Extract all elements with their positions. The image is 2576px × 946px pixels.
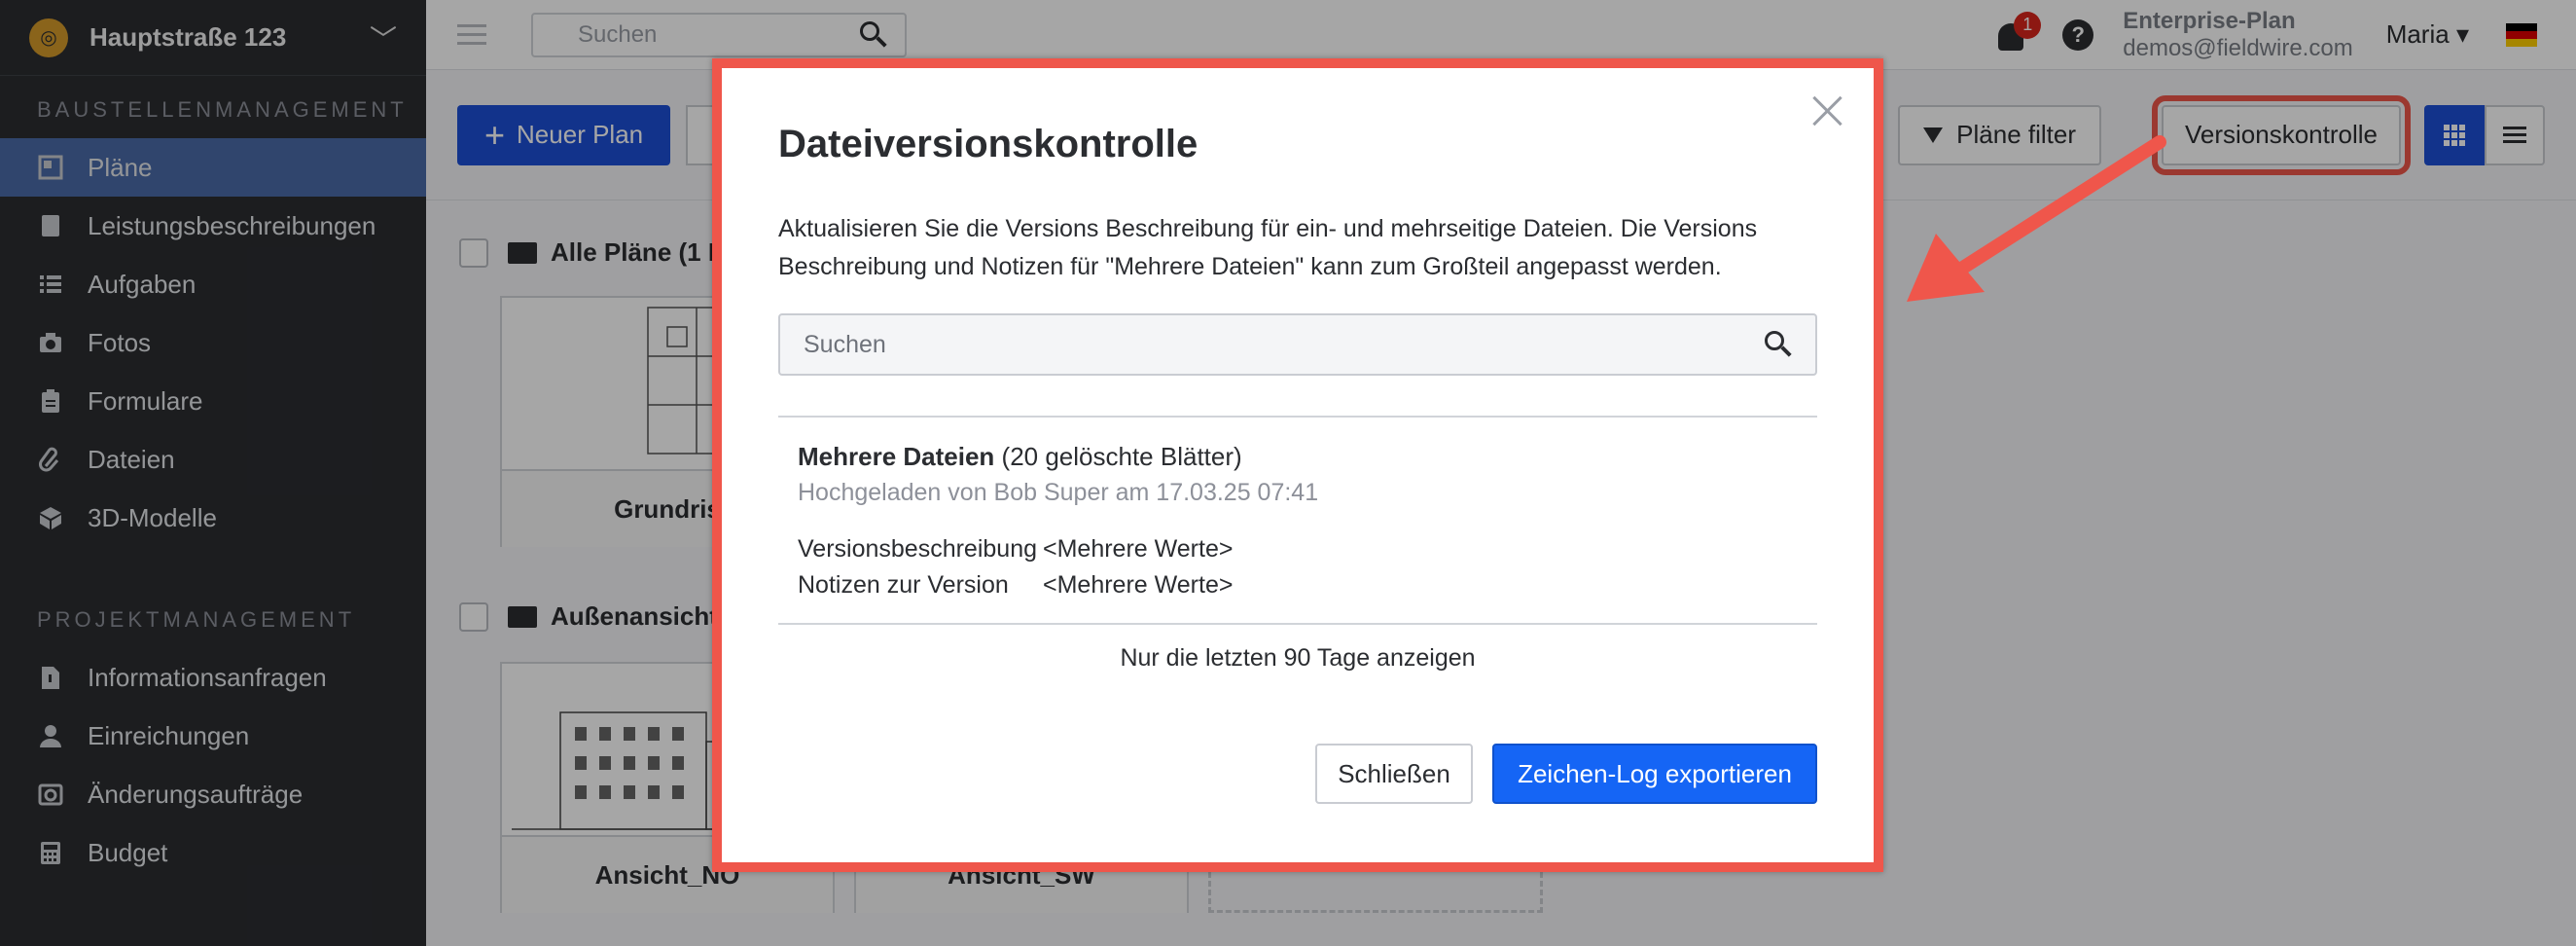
version-description-label: Versionsbeschreibung (798, 535, 1037, 563)
file-entry-detail: (20 gelöschte Blätter) (994, 442, 1242, 471)
divider (778, 623, 1817, 625)
dialog-search-placeholder: Suchen (804, 330, 886, 358)
version-description-row[interactable]: Versionsbeschreibung <Mehrere Werte> (798, 535, 1233, 564)
version-description-value[interactable]: <Mehrere Werte> (1043, 535, 1233, 564)
close-button[interactable]: Schließen (1315, 744, 1473, 804)
file-entry-title[interactable]: Mehrere Dateien (20 gelöschte Blätter) (798, 442, 1242, 472)
version-notes-label: Notizen zur Version (798, 571, 1009, 599)
dialog-title: Dateiversionskontrolle (778, 123, 1199, 165)
file-entry-uploaded: Hochgeladen von Bob Super am 17.03.25 07… (798, 479, 1319, 506)
dialog-search-input[interactable]: Suchen (778, 313, 1817, 376)
close-icon[interactable] (1811, 95, 1843, 127)
search-icon[interactable] (1765, 331, 1792, 358)
divider (778, 416, 1817, 418)
version-notes-row[interactable]: Notizen zur Version <Mehrere Werte> (798, 571, 1233, 600)
export-log-button[interactable]: Zeichen-Log exportieren (1492, 744, 1817, 804)
dialog-description: Aktualisieren Sie die Versions Beschreib… (778, 215, 1758, 280)
file-entry-name: Mehrere Dateien (798, 442, 995, 471)
version-notes-value[interactable]: <Mehrere Werte> (1043, 571, 1233, 600)
version-control-dialog: Dateiversionskontrolle Aktualisieren Sie… (712, 58, 1883, 872)
annotation-arrow-icon (1907, 135, 2166, 302)
show-last-90-days-link[interactable]: Nur die letzten 90 Tage anzeigen (778, 644, 1817, 673)
